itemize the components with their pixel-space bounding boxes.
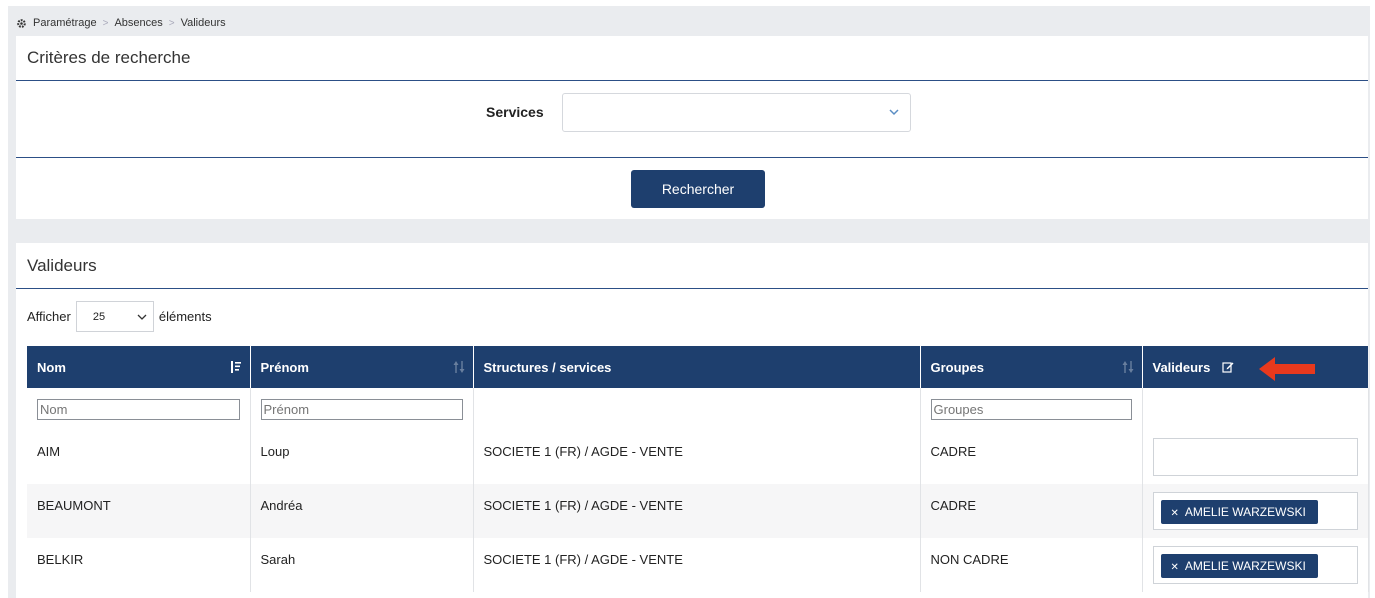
column-header-groupes[interactable]: Groupes [920, 346, 1143, 388]
remove-tag-icon[interactable]: ✕ [1171, 508, 1179, 519]
table-row: BELKIR Sarah SOCIETE 1 (FR) / AGDE - VEN… [27, 538, 1369, 592]
search-panel-title: Critères de recherche [16, 36, 1368, 81]
validator-select[interactable]: ✕ AMELIE WARZEWSKI [1152, 492, 1358, 530]
cell-prenom: Sarah [250, 538, 474, 592]
cell-groupe: CADRE [920, 430, 1143, 484]
filter-cell [250, 388, 474, 430]
services-label: Services [486, 104, 544, 120]
column-header-valideurs: Valideurs [1142, 346, 1369, 388]
cell-valideur [1142, 430, 1369, 484]
cell-nom: BELKIR [27, 538, 251, 592]
validator-tag-label: AMELIE WARZEWSKI [1184, 559, 1306, 573]
prenom-filter-input[interactable] [260, 398, 463, 420]
page-length-select[interactable]: 25 [75, 301, 154, 332]
remove-tag-icon[interactable]: ✕ [1171, 562, 1179, 573]
nom-filter-input[interactable] [37, 398, 240, 420]
column-header-label: Prénom [260, 359, 309, 375]
breadcrumb-item-parametrage[interactable]: Paramétrage [33, 17, 97, 29]
arrow-annotation-icon [1259, 357, 1315, 381]
validator-tag: ✕ AMELIE WARZEWSKI [1160, 554, 1318, 578]
breadcrumb-separator: > [168, 17, 175, 29]
search-button-row: Rechercher [16, 158, 1368, 220]
validator-tag-label: AMELIE WARZEWSKI [1184, 505, 1306, 519]
column-header-label: Nom [37, 359, 66, 375]
page-length-value: 25 [92, 311, 106, 323]
filter-cell [27, 388, 251, 430]
breadcrumb-item-absences[interactable]: Absences [114, 17, 162, 29]
search-button[interactable]: Rechercher [631, 170, 765, 208]
sort-icon [1122, 361, 1133, 373]
sort-ascending-icon [230, 361, 241, 373]
cell-nom: AIM [27, 430, 251, 484]
gear-icon [17, 18, 26, 28]
validators-panel-title: Valideurs [16, 243, 1368, 289]
validators-table: Nom Prénom Structures / services Groupes… [27, 346, 1369, 592]
groupes-filter-input[interactable] [930, 398, 1132, 420]
table-row: AIM Loup SOCIETE 1 (FR) / AGDE - VENTE C… [27, 430, 1369, 484]
filter-cell [1142, 388, 1369, 430]
validators-panel: Valideurs Afficher 25 éléments Nom Préno… [16, 243, 1369, 598]
column-header-label: Groupes [930, 359, 984, 375]
cell-groupe: NON CADRE [920, 538, 1143, 592]
elements-label: éléments [158, 309, 212, 324]
cell-structure: SOCIETE 1 (FR) / AGDE - VENTE [473, 484, 921, 538]
cell-valideur: ✕ AMELIE WARZEWSKI [1142, 538, 1369, 592]
validator-select[interactable] [1152, 438, 1358, 476]
cell-valideur: ✕ AMELIE WARZEWSKI [1142, 484, 1369, 538]
column-header-label: Structures / services [483, 359, 612, 375]
column-header-nom[interactable]: Nom [27, 346, 251, 388]
cell-nom: BEAUMONT [27, 484, 251, 538]
cell-prenom: Andréa [250, 484, 474, 538]
breadcrumb: Paramétrage > Absences > Valideurs [16, 16, 226, 30]
cell-groupe: CADRE [920, 484, 1143, 538]
cell-prenom: Loup [250, 430, 474, 484]
validator-tag: ✕ AMELIE WARZEWSKI [1160, 500, 1318, 524]
breadcrumb-item-valideurs: Valideurs [180, 17, 226, 29]
column-header-structures: Structures / services [473, 346, 921, 388]
breadcrumb-separator: > [102, 17, 109, 29]
validator-select[interactable]: ✕ AMELIE WARZEWSKI [1152, 546, 1358, 584]
filter-cell [920, 388, 1143, 430]
column-header-prenom[interactable]: Prénom [250, 346, 474, 388]
services-row: Services [16, 81, 1368, 158]
chevron-down-icon [137, 314, 147, 320]
search-criteria-panel: Critères de recherche Services Recherche… [16, 36, 1368, 219]
edit-icon[interactable] [1222, 361, 1234, 373]
column-header-label: Valideurs [1152, 359, 1211, 375]
sort-icon [453, 361, 464, 373]
filter-cell [473, 388, 921, 430]
table-header-row: Nom Prénom Structures / services Groupes… [27, 346, 1369, 388]
cell-structure: SOCIETE 1 (FR) / AGDE - VENTE [473, 430, 921, 484]
cell-structure: SOCIETE 1 (FR) / AGDE - VENTE [473, 538, 921, 592]
filter-row [27, 388, 1369, 430]
chevron-down-icon [889, 109, 899, 116]
show-label: Afficher [27, 309, 71, 324]
page-length-control: Afficher 25 éléments [27, 301, 212, 332]
services-select[interactable] [562, 93, 911, 132]
table-row: BEAUMONT Andréa SOCIETE 1 (FR) / AGDE - … [27, 484, 1369, 538]
